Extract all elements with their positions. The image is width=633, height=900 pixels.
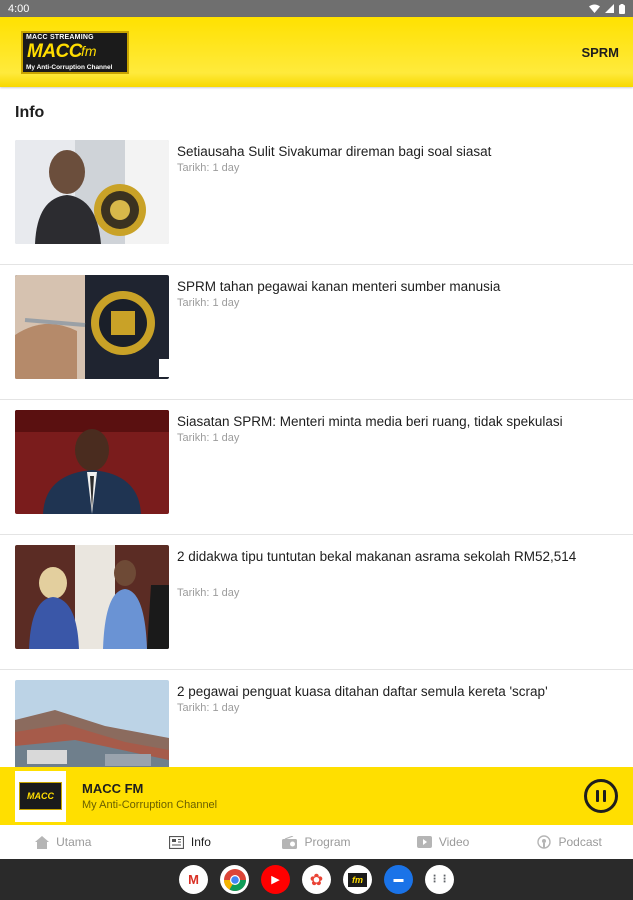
chrome-glyph [223, 868, 246, 891]
newspaper-icon [168, 835, 184, 849]
article-item[interactable]: 2 didakwa tipu tuntutan bekal makanan as… [0, 535, 633, 670]
system-indicators [589, 3, 625, 14]
logo-sub-text: My Anti-Corruption Channel [26, 63, 113, 71]
battery-icon [619, 3, 625, 14]
app-bar: MACC STREAMING MACC fm My Anti-Corruptio… [0, 17, 633, 87]
article-date: Tarikh: 1 day [177, 702, 240, 714]
player-logo-mark: MACC [19, 782, 62, 810]
signal-icon [605, 4, 614, 13]
article-thumbnail [15, 140, 169, 244]
nav-label: Podcast [558, 835, 602, 849]
nav-label: Info [190, 835, 211, 849]
logo-fm-text: fm [81, 42, 97, 59]
nav-label: Program [304, 835, 351, 849]
screen: 4:00 MACC STREAMING MACC fm My Anti-Corr… [0, 0, 633, 900]
bottom-nav: Utama Info Program Video Podcast [0, 825, 633, 859]
youtube-glyph: ▶ [271, 874, 280, 886]
nav-label: Video [438, 835, 470, 849]
app-drawer-glyph: ⋮⋮ [429, 874, 450, 885]
chrome-icon[interactable] [220, 865, 249, 894]
article-date: Tarikh: 1 day [177, 432, 240, 444]
gmail-icon[interactable]: M [179, 865, 208, 894]
pause-icon-bar [603, 790, 606, 802]
messages-icon[interactable]: ▬ [384, 865, 413, 894]
home-icon [35, 835, 50, 849]
video-icon [416, 836, 432, 848]
nav-program[interactable]: Program [253, 825, 380, 859]
article-thumbnail [15, 410, 169, 514]
messages-glyph: ▬ [393, 874, 404, 885]
page-title: Info [15, 104, 45, 121]
nav-info[interactable]: Info [127, 825, 254, 859]
pause-icon-bar [596, 790, 599, 802]
article-item[interactable]: Siasatan SPRM: Menteri minta media beri … [0, 400, 633, 535]
article-title[interactable]: 2 pegawai penguat kuasa ditahan daftar s… [177, 682, 603, 702]
article-thumbnail [15, 545, 169, 649]
article-item[interactable]: Setiausaha Sulit Sivakumar direman bagi … [0, 130, 633, 265]
photos-icon[interactable]: ✿ [302, 865, 331, 894]
radio-icon [282, 835, 298, 849]
now-playing-bar[interactable]: MACC MACC FM My Anti-Corruption Channel [0, 767, 633, 825]
app-drawer-icon[interactable]: ⋮⋮ [425, 865, 454, 894]
youtube-icon[interactable]: ▶ [261, 865, 290, 894]
article-item[interactable]: 2 pegawai penguat kuasa ditahan daftar s… [0, 670, 633, 770]
article-date: Tarikh: 1 day [177, 587, 240, 599]
player-title: MACC FM [82, 781, 144, 796]
nav-podcast[interactable]: Podcast [506, 825, 633, 859]
nav-label: Utama [56, 835, 92, 849]
article-thumbnail [15, 680, 169, 770]
macc-fm-app-icon[interactable]: fm [343, 865, 372, 894]
article-title[interactable]: 2 didakwa tipu tuntutan bekal makanan as… [177, 547, 603, 567]
article-item[interactable]: SPRM tahan pegawai kanan menteri sumber … [0, 265, 633, 400]
macc-fm-logo[interactable]: MACC STREAMING MACC fm My Anti-Corruptio… [21, 30, 129, 74]
article-date: Tarikh: 1 day [177, 162, 240, 174]
sprm-link[interactable]: SPRM [581, 45, 619, 60]
logo-top-text: MACC STREAMING [26, 33, 94, 41]
article-date: Tarikh: 1 day [177, 297, 240, 309]
podcast-icon [537, 835, 552, 849]
player-station-logo: MACC [15, 770, 66, 822]
nav-utama[interactable]: Utama [0, 825, 127, 859]
article-title[interactable]: Setiausaha Sulit Sivakumar direman bagi … [177, 142, 603, 162]
article-title[interactable]: Siasatan SPRM: Menteri minta media beri … [177, 412, 603, 432]
macc-fm-glyph: fm [348, 872, 367, 887]
player-text: MACC FM My Anti-Corruption Channel [82, 781, 584, 811]
wifi-icon [589, 4, 600, 13]
status-bar: 4:00 [0, 0, 633, 17]
logo-main-text: MACC [27, 40, 83, 62]
clock: 4:00 [8, 2, 30, 15]
nav-video[interactable]: Video [380, 825, 507, 859]
article-thumbnail [15, 275, 169, 379]
photos-glyph: ✿ [309, 871, 324, 889]
pause-button[interactable] [584, 779, 618, 813]
system-dock: M ▶ ✿ fm ▬ ⋮⋮ [0, 859, 633, 900]
article-title[interactable]: SPRM tahan pegawai kanan menteri sumber … [177, 277, 603, 297]
gmail-glyph: M [188, 872, 199, 887]
player-subtitle: My Anti-Corruption Channel [82, 799, 218, 811]
article-list: Setiausaha Sulit Sivakumar direman bagi … [0, 130, 633, 770]
